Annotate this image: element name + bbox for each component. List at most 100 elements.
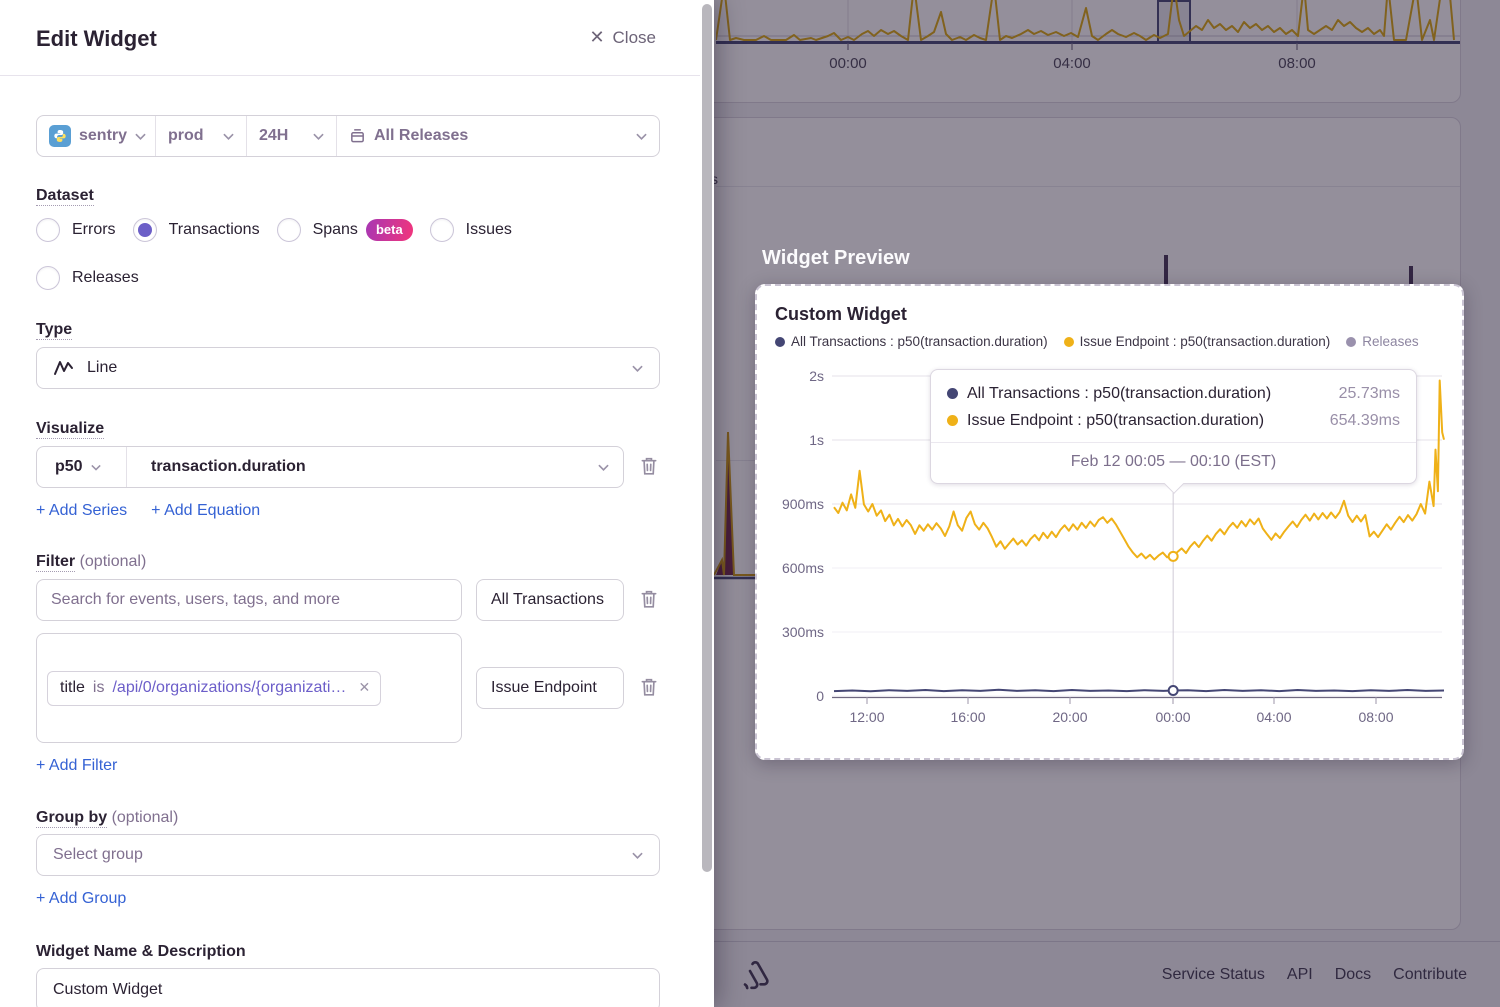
delete-filter-button[interactable] [638, 587, 660, 614]
dataset-option-label: Issues [466, 221, 512, 239]
chevron-down-icon [91, 462, 101, 473]
tooltip-series-value: 25.73ms [1339, 385, 1400, 403]
chevron-down-icon [313, 131, 324, 142]
chevron-down-icon [632, 850, 643, 861]
edit-widget-modal: Edit Widget ✕ Close sentry [0, 0, 714, 1007]
trash-icon [640, 677, 658, 697]
add-group-link[interactable]: + Add Group [36, 890, 126, 908]
filter-query-input[interactable]: title is /api/0/organizations/{organizat… [36, 633, 462, 743]
modal-scrollbar-track[interactable] [700, 0, 714, 1007]
dataset-option-issues[interactable]: Issues [430, 218, 512, 242]
aggregate-select[interactable]: p50 [37, 447, 127, 487]
chart-legend: All Transactions : p50(transaction.durat… [775, 334, 1419, 349]
svg-text:04:00: 04:00 [1256, 709, 1291, 725]
dataset-option-label: Releases [72, 269, 139, 287]
svg-text:00:00: 00:00 [1155, 709, 1190, 725]
dataset-option-releases[interactable]: Releases [36, 266, 139, 290]
project-filter[interactable]: sentry [37, 116, 155, 156]
radio-selected-icon[interactable] [133, 218, 157, 242]
svg-text:600ms: 600ms [782, 560, 824, 576]
releases-filter-value: All Releases [374, 127, 468, 145]
widget-name-input[interactable] [36, 968, 660, 1007]
dataset-options-row: Errors Transactions Spansbeta Issues [36, 217, 660, 243]
add-equation-link[interactable]: + Add Equation [151, 502, 260, 520]
svg-text:08:00: 08:00 [1358, 709, 1393, 725]
legend-item[interactable]: All Transactions : p50(transaction.durat… [775, 334, 1048, 349]
legend-label: Issue Endpoint : p50(transaction.duratio… [1080, 334, 1331, 349]
trash-icon [640, 456, 658, 476]
add-filter-link[interactable]: + Add Filter [36, 757, 117, 775]
svg-text:0: 0 [816, 688, 824, 704]
filter-token[interactable]: title is /api/0/organizations/{organizat… [47, 671, 381, 706]
dataset-option-transactions[interactable]: Transactions [133, 218, 260, 242]
legend-label: All Transactions : p50(transaction.durat… [791, 334, 1048, 349]
beta-badge: beta [366, 219, 413, 241]
radio-icon[interactable] [277, 218, 301, 242]
project-filter-value: sentry [79, 127, 127, 145]
delete-series-button[interactable] [638, 454, 660, 481]
legend-item[interactable]: Issue Endpoint : p50(transaction.duratio… [1064, 334, 1331, 349]
modal-scrollbar-thumb[interactable] [702, 4, 712, 872]
close-button[interactable]: ✕ Close [589, 27, 656, 48]
radio-icon[interactable] [430, 218, 454, 242]
svg-text:20:00: 20:00 [1052, 709, 1087, 725]
filter-section: Filter (optional) All Transactions [36, 553, 660, 775]
dataset-option-spans[interactable]: Spansbeta [277, 218, 413, 242]
legend-item[interactable]: Releases [1346, 334, 1418, 349]
token-remove-icon[interactable]: ✕ [358, 679, 370, 696]
svg-text:1s: 1s [809, 432, 824, 448]
tooltip-rows: All Transactions : p50(transaction.durat… [931, 370, 1416, 442]
filter-alias-input[interactable]: All Transactions [476, 579, 624, 621]
page-filter-bar: sentry prod 24H [36, 115, 660, 157]
add-series-link[interactable]: + Add Series [36, 502, 127, 520]
tooltip-series-dot-icon [947, 388, 958, 399]
releases-icon [349, 128, 366, 144]
chevron-down-icon [135, 131, 146, 142]
environment-filter-value: prod [168, 127, 204, 145]
tooltip-series-value: 654.39ms [1330, 412, 1400, 430]
svg-text:900ms: 900ms [782, 496, 824, 512]
group-by-select[interactable]: Select group [36, 834, 660, 876]
dataset-section: Dataset ErrorsTransactionsSpansbetaIssue… [36, 187, 660, 291]
filter-search-input[interactable] [36, 579, 462, 621]
widget-title: Custom Widget [775, 304, 907, 325]
modal-title: Edit Widget [36, 26, 157, 52]
dataset-option-label: Errors [72, 221, 116, 239]
visualize-section: Visualize p50 transaction.duration [36, 420, 660, 520]
trash-icon [640, 589, 658, 609]
chevron-down-icon [636, 131, 647, 142]
legend-dot-icon [775, 337, 785, 347]
delete-filter-button[interactable] [638, 675, 660, 702]
display-type-value: Line [87, 359, 117, 377]
close-label: Close [613, 28, 656, 48]
token-operator: is [93, 679, 105, 697]
close-icon: ✕ [589, 27, 604, 48]
svg-text:12:00: 12:00 [849, 709, 884, 725]
environment-filter[interactable]: prod [155, 116, 246, 156]
filter-alias-input[interactable]: Issue Endpoint [476, 667, 624, 709]
chevron-down-icon [598, 462, 609, 473]
tooltip-series-label: Issue Endpoint : p50(transaction.duratio… [967, 412, 1264, 430]
field-select[interactable]: transaction.duration [127, 447, 623, 487]
filter-optional-label: (optional) [80, 553, 147, 570]
token-key: title [60, 679, 85, 697]
dataset-option-errors[interactable]: Errors [36, 218, 116, 242]
svg-text:300ms: 300ms [782, 624, 824, 640]
visualize-field-row: p50 transaction.duration [36, 446, 624, 488]
radio-icon[interactable] [36, 218, 60, 242]
chevron-down-icon [223, 131, 234, 142]
svg-text:2s: 2s [809, 368, 824, 384]
legend-dot-icon [1064, 337, 1074, 347]
radio-icon[interactable] [36, 266, 60, 290]
display-type-select[interactable]: Line [36, 347, 660, 389]
time-period-filter[interactable]: 24H [246, 116, 336, 156]
dataset-option-label: Transactions [169, 221, 260, 239]
svg-text:16:00: 16:00 [950, 709, 985, 725]
visualize-label: Visualize [36, 420, 104, 439]
widget-name-section: Widget Name & Description [36, 943, 660, 1007]
chart-tooltip: All Transactions : p50(transaction.durat… [930, 369, 1417, 484]
releases-filter[interactable]: All Releases [336, 116, 659, 156]
type-label: Type [36, 321, 72, 340]
chevron-down-icon [632, 363, 643, 374]
group-by-label: Group by [36, 809, 107, 828]
